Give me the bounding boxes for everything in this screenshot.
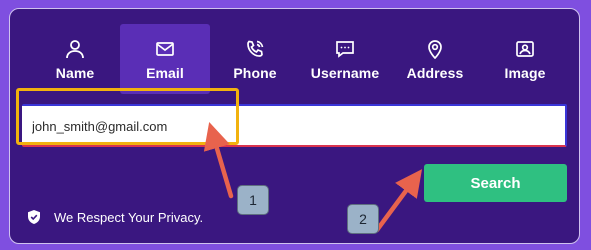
search-panel: Name Email Phone Username Address Image … xyxy=(9,8,580,244)
annotation-badge-2: 2 xyxy=(347,204,379,234)
tab-image[interactable]: Image xyxy=(480,24,570,94)
shield-check-icon xyxy=(26,209,42,225)
annotation-badge-1: 1 xyxy=(237,185,269,215)
privacy-text: We Respect Your Privacy. xyxy=(54,209,204,225)
tab-label: Name xyxy=(55,65,95,81)
search-button[interactable]: Search xyxy=(424,164,567,202)
phone-icon xyxy=(245,38,265,60)
map-pin-icon xyxy=(425,38,445,60)
tab-label: Address xyxy=(406,65,464,81)
envelope-icon xyxy=(155,38,175,60)
tab-label: Image xyxy=(504,65,546,81)
tab-name[interactable]: Name xyxy=(30,24,120,94)
search-input-wrapper xyxy=(22,104,567,147)
image-icon xyxy=(515,38,535,60)
search-type-tabs: Name Email Phone Username Address Image xyxy=(30,24,570,94)
tab-address[interactable]: Address xyxy=(390,24,480,94)
tab-email[interactable]: Email xyxy=(120,24,210,94)
tab-label: Phone xyxy=(233,65,277,81)
chat-bubble-icon xyxy=(335,38,355,60)
tab-phone[interactable]: Phone xyxy=(210,24,300,94)
privacy-note: We Respect Your Privacy. xyxy=(26,209,203,225)
user-icon xyxy=(65,38,85,60)
tab-label: Username xyxy=(310,65,380,81)
email-search-input[interactable] xyxy=(32,116,432,136)
tab-label: Email xyxy=(146,65,184,81)
tab-username[interactable]: Username xyxy=(300,24,390,94)
